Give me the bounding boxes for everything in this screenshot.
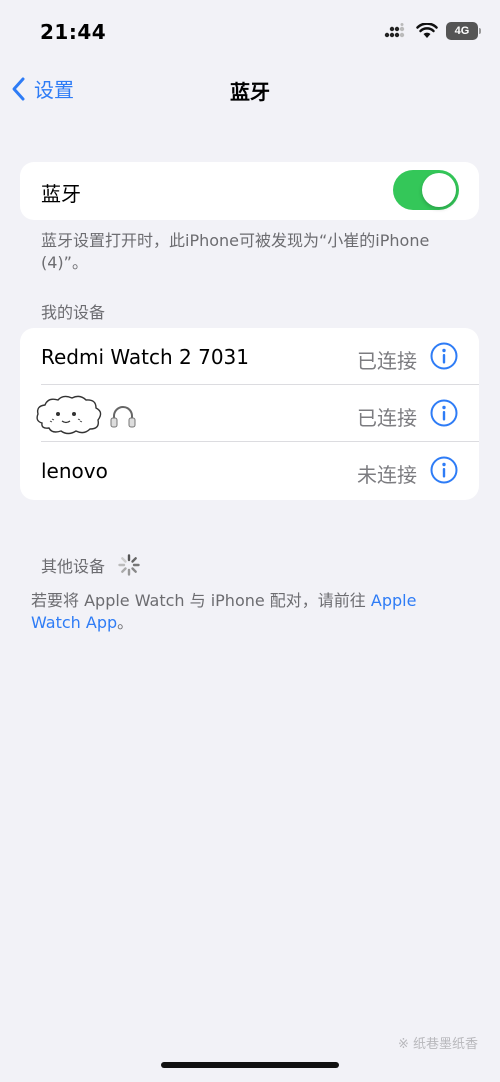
bluetooth-label: 蓝牙 [41, 182, 81, 206]
info-icon[interactable] [430, 399, 458, 427]
watermark: ※ 纸巷墨纸香 [397, 1037, 478, 1052]
device-row[interactable]: lenovo 未连接 [20, 442, 479, 499]
spinner-icon [117, 553, 141, 577]
navigation-bar: 设置 蓝牙 [0, 64, 500, 114]
wifi-icon [416, 22, 438, 39]
my-devices-header: 我的设备 [41, 303, 106, 322]
other-devices-header: 其他设备 [41, 553, 141, 577]
device-status: 未连接 [357, 463, 417, 487]
device-status: 已连接 [357, 349, 417, 373]
signal-icon [384, 23, 408, 39]
bluetooth-discoverable-note: 蓝牙设置打开时，此iPhone可被发现为“小崔的iPhone (4)”。 [41, 231, 430, 272]
status-time: 21:44 [40, 20, 107, 44]
device-row[interactable]: 已连接 [20, 385, 479, 442]
bluetooth-toggle-card: 蓝牙 [20, 162, 479, 220]
apple-watch-pair-note: 若要将 Apple Watch 与 iPhone 配对，请前往 Apple Wa… [31, 590, 471, 634]
cloud-doodle-headphones-icon [32, 393, 162, 437]
device-name: Redmi Watch 2 7031 [41, 345, 249, 369]
page-title: 蓝牙 [230, 80, 270, 104]
battery-icon: 4G [446, 22, 481, 40]
info-icon[interactable] [430, 342, 458, 370]
device-row[interactable]: Redmi Watch 2 7031 已连接 [20, 328, 479, 385]
device-name: lenovo [41, 459, 108, 483]
home-indicator[interactable] [161, 1062, 339, 1068]
status-bar: 21:44 4G [0, 0, 500, 60]
pair-note-end: 。 [117, 613, 134, 632]
info-icon[interactable] [430, 456, 458, 484]
other-devices-label: 其他设备 [41, 557, 106, 576]
status-icons: 4G [384, 22, 481, 40]
device-status: 已连接 [357, 406, 417, 430]
pair-note-text: 若要将 Apple Watch 与 iPhone 配对，请前往 [31, 591, 371, 610]
toggle-knob [422, 173, 456, 207]
bluetooth-toggle[interactable] [393, 170, 459, 210]
my-devices-list: Redmi Watch 2 7031 已连接 已连接 lenovo 未连接 [20, 328, 479, 500]
